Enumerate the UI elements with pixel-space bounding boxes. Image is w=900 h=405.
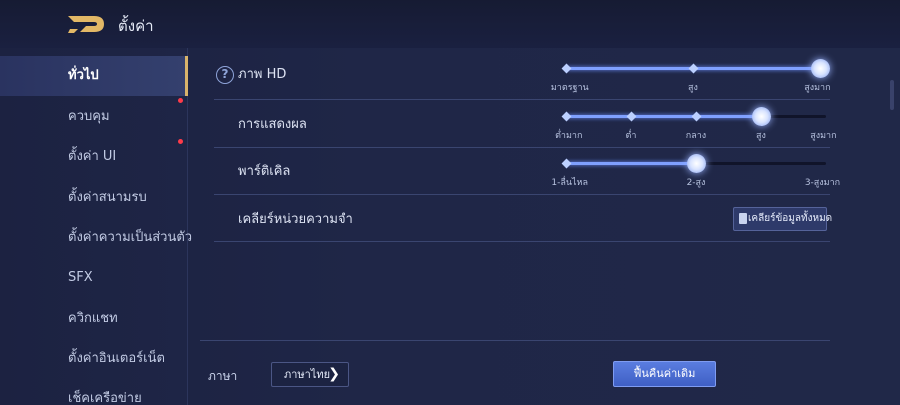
- chevron-right-icon: ❯: [328, 366, 340, 382]
- slider-option-label[interactable]: สูงมาก: [810, 128, 836, 142]
- footer-divider: [200, 340, 830, 341]
- setting-label-particles: พาร์ติเคิล: [238, 164, 291, 179]
- divider: [214, 99, 830, 100]
- divider: [214, 147, 830, 148]
- slider-option-label[interactable]: ต่ำมาก: [555, 128, 582, 142]
- top-bar: ตั้งค่า: [0, 0, 900, 48]
- slider-option-label[interactable]: กลาง: [686, 128, 706, 142]
- slider-option-label[interactable]: ต่ำ: [626, 128, 637, 142]
- notification-dot: [178, 139, 183, 144]
- setting-label-memory: เคลียร์หน่วยความจำ: [238, 212, 353, 227]
- trash-icon: [739, 213, 747, 224]
- slider-knob[interactable]: [811, 59, 830, 78]
- sidebar-item-quick-chat[interactable]: ควิกแชท: [0, 299, 188, 339]
- help-icon[interactable]: ?: [216, 66, 234, 84]
- sidebar-item-controls[interactable]: ควบคุม: [0, 97, 188, 137]
- slider-knob[interactable]: [687, 154, 706, 173]
- divider: [214, 194, 830, 195]
- sidebar-item-network-check[interactable]: เช็คเครือข่าย: [0, 379, 188, 405]
- slider-fill: [566, 162, 696, 165]
- slider-fill: [566, 115, 761, 118]
- page-title: ตั้งค่า: [118, 17, 154, 35]
- restore-defaults-button[interactable]: ฟื้นคืนค่าเดิม: [613, 361, 716, 387]
- slider-option-label[interactable]: สูง: [688, 80, 698, 94]
- sidebar-item-sfx[interactable]: SFX: [0, 258, 188, 298]
- slider-knob[interactable]: [752, 107, 771, 126]
- sidebar: ทั่วไป ควบคุม ตั้งค่า UI ตั้งค่าสนามรบ ต…: [0, 48, 192, 405]
- clear-data-button[interactable]: เคลียร์ข้อมูลทั้งหมด: [733, 207, 832, 231]
- language-value: ภาษาไทย: [284, 368, 331, 381]
- language-label: ภาษา: [208, 369, 238, 383]
- slider-option-label[interactable]: 1-ลื่นไหล: [551, 175, 588, 189]
- slider-option-label[interactable]: สูง: [756, 128, 766, 142]
- slider-option-label[interactable]: มาตรฐาน: [551, 80, 589, 94]
- notification-dot: [178, 98, 183, 103]
- slider-option-label[interactable]: 3-สูงมาก: [805, 175, 840, 189]
- back-icon[interactable]: [66, 12, 106, 36]
- clear-data-label: เคลียร์ข้อมูลทั้งหมด: [748, 213, 833, 224]
- setting-label-hd: ภาพ HD: [238, 67, 287, 82]
- scrollbar[interactable]: [890, 80, 894, 110]
- sidebar-item-ui-settings[interactable]: ตั้งค่า UI: [0, 137, 188, 177]
- setting-label-display: การแสดงผล: [238, 117, 307, 132]
- language-select[interactable]: ภาษาไทย ❯: [271, 362, 349, 387]
- slider-option-label[interactable]: สูงมาก: [804, 80, 830, 94]
- divider: [214, 241, 830, 242]
- sidebar-item-battlefield[interactable]: ตั้งค่าสนามรบ: [0, 178, 188, 218]
- sidebar-item-general[interactable]: ทั่วไป: [0, 56, 188, 96]
- slider-option-label[interactable]: 2-สูง: [687, 175, 706, 189]
- sidebar-item-privacy[interactable]: ตั้งค่าความเป็นส่วนตัว: [0, 218, 192, 258]
- sidebar-item-internet[interactable]: ตั้งค่าอินเตอร์เน็ต: [0, 339, 188, 379]
